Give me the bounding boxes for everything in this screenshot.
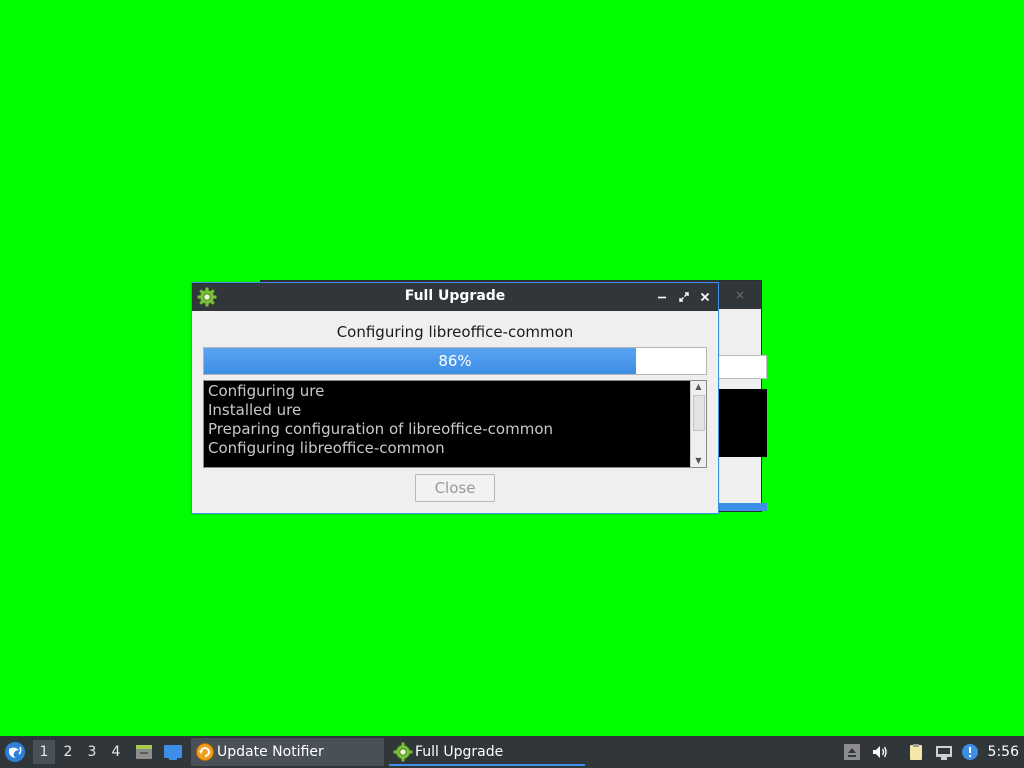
scroll-up-icon[interactable]: ▲	[691, 381, 706, 393]
background-window-output	[717, 389, 767, 457]
network-icon[interactable]	[935, 743, 953, 761]
log-line: Preparing configuration of libreoffice-c…	[208, 420, 554, 438]
dialog-title: Full Upgrade	[404, 288, 506, 304]
taskbar: 1 2 3 4 Update Notifier Full Upgrade 5:5…	[0, 736, 1024, 768]
workspace-1[interactable]: 1	[33, 740, 55, 764]
task-label: Update Notifier	[217, 744, 324, 760]
maximize-button[interactable]	[676, 289, 692, 305]
status-label: Configuring libreoffice-common	[336, 323, 574, 341]
update-notifier-icon	[196, 743, 214, 761]
log-output[interactable]: Configuring ure Installed ure Preparing co…	[203, 380, 707, 468]
start-menu-icon[interactable]	[4, 741, 26, 763]
close-window-button[interactable]	[697, 289, 713, 305]
task-full-upgrade[interactable]: Full Upgrade	[389, 738, 585, 766]
close-icon	[700, 292, 710, 302]
scroll-down-icon[interactable]: ▼	[691, 455, 706, 467]
show-desktop-icon[interactable]	[163, 742, 183, 762]
volume-icon[interactable]	[871, 743, 889, 761]
clock[interactable]: 5:56	[988, 736, 1019, 768]
log-line: Configuring ure	[208, 382, 325, 400]
log-scrollbar[interactable]: ▲ ▼	[690, 381, 706, 467]
task-label: Full Upgrade	[415, 744, 504, 760]
gear-icon	[393, 742, 413, 762]
workspace-2[interactable]: 2	[57, 740, 79, 764]
full-upgrade-dialog: Full Upgrade Configuring libreoffice-com…	[191, 282, 719, 514]
scroll-thumb[interactable]	[693, 395, 705, 431]
background-window-input	[717, 355, 767, 379]
progress-percent: 86%	[438, 352, 472, 370]
eject-icon[interactable]	[843, 743, 861, 761]
close-button[interactable]: Close	[415, 474, 495, 502]
file-manager-icon[interactable]	[134, 742, 154, 762]
dialog-titlebar[interactable]: Full Upgrade	[192, 283, 718, 311]
task-update-notifier[interactable]: Update Notifier	[191, 738, 384, 766]
background-window-bar	[717, 503, 767, 511]
minimize-button[interactable]	[654, 289, 670, 305]
log-line: Installed ure	[208, 401, 302, 419]
clipboard-icon[interactable]	[907, 743, 925, 761]
progress-bar: 86%	[203, 347, 707, 375]
workspace-3[interactable]: 3	[81, 740, 103, 764]
desktop: – × Full Upgrade Configuring libreoffice…	[0, 0, 1024, 736]
minimize-icon	[658, 296, 666, 299]
maximize-icon	[679, 292, 689, 302]
log-line: Configuring libreoffice-common	[208, 439, 445, 457]
workspace-4[interactable]: 4	[105, 740, 127, 764]
update-alert-icon[interactable]	[961, 743, 979, 761]
log-lines: Configuring ure Installed ure Preparing co…	[208, 382, 688, 458]
